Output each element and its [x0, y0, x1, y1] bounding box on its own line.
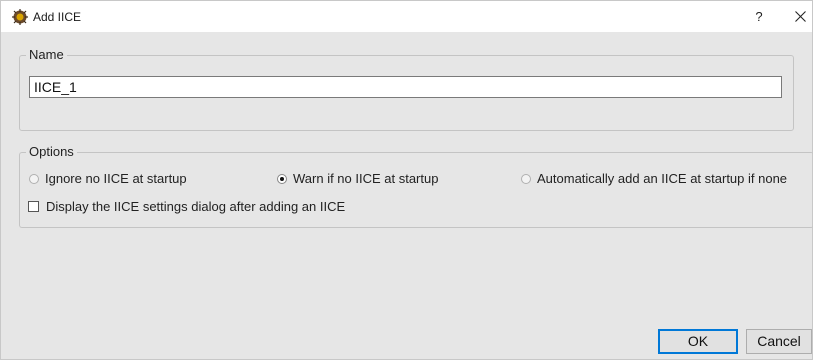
display-settings-checkbox[interactable]: [28, 201, 39, 212]
checkbox-label: Display the IICE settings dialog after a…: [46, 199, 346, 214]
radio-warn-no-iice[interactable]: Warn if no IICE at startup: [277, 171, 438, 186]
options-group: Options Ignore no IICE at startup Warn i…: [19, 144, 813, 228]
cancel-button[interactable]: Cancel: [746, 329, 812, 354]
radio-label: Automatically add an IICE at startup if …: [537, 171, 788, 186]
name-input[interactable]: [29, 76, 782, 98]
help-button[interactable]: ?: [750, 7, 768, 27]
name-group-legend: Name: [26, 47, 67, 63]
radio-button-checked[interactable]: [277, 173, 287, 184]
window-title: Add IICE: [33, 10, 82, 24]
add-iice-dialog: Add IICE ? Name Options Ignore no IICE a…: [0, 0, 813, 360]
options-group-legend: Options: [26, 144, 77, 160]
title-bar: Add IICE ?: [1, 1, 812, 32]
radio-label: Ignore no IICE at startup: [45, 171, 187, 186]
radio-button[interactable]: [29, 173, 39, 184]
radio-label: Warn if no IICE at startup: [293, 171, 439, 186]
close-icon: [794, 11, 806, 23]
radio-button[interactable]: [521, 173, 531, 184]
name-group: Name: [19, 47, 794, 131]
radio-auto-add-iice[interactable]: Automatically add an IICE at startup if …: [521, 171, 787, 186]
close-button[interactable]: [789, 7, 811, 27]
gear-chip-icon: [12, 9, 28, 25]
radio-ignore-no-iice[interactable]: Ignore no IICE at startup: [29, 171, 187, 186]
ok-button[interactable]: OK: [658, 329, 738, 354]
display-settings-checkbox-option[interactable]: Display the IICE settings dialog after a…: [28, 199, 345, 214]
